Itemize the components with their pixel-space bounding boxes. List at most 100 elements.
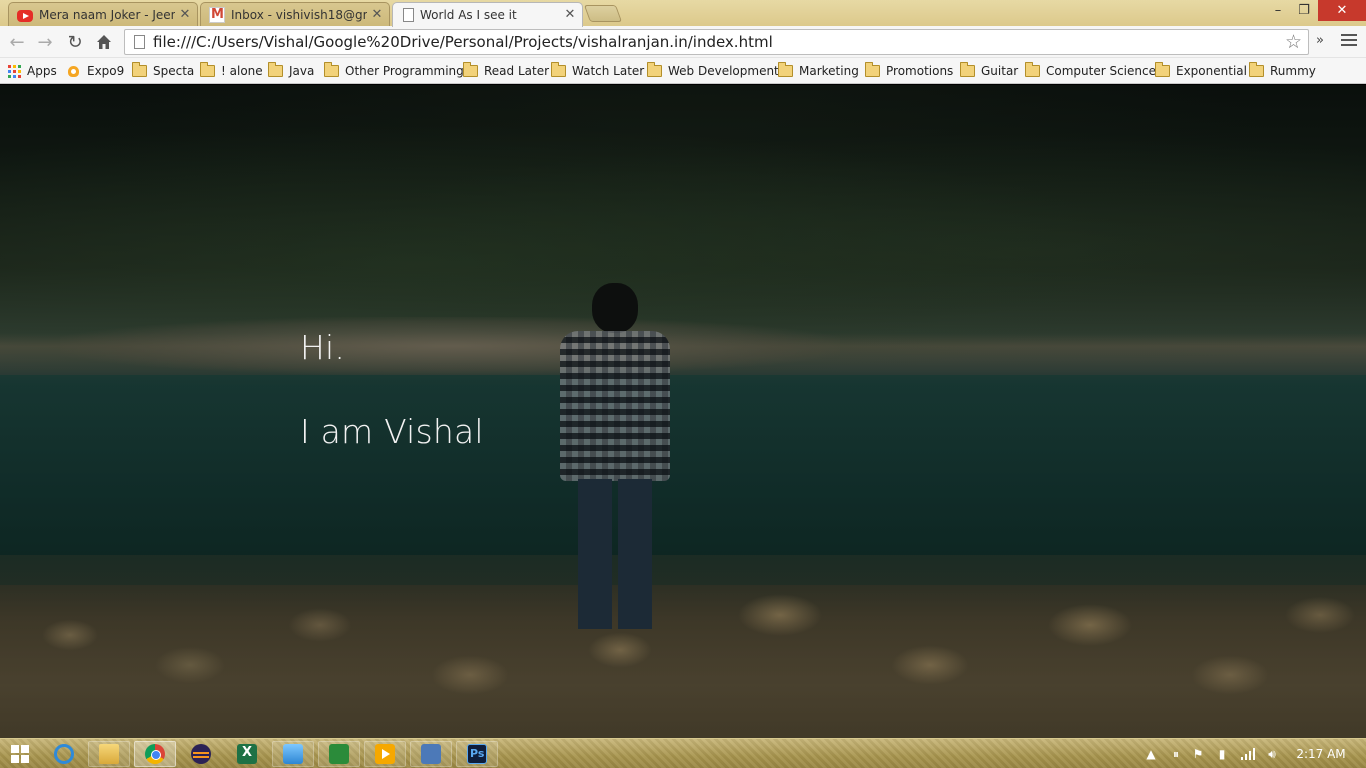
start-button[interactable]: [0, 741, 40, 767]
chrome-menu-icon[interactable]: [1341, 34, 1357, 48]
bookmark-folder-watch-later[interactable]: Watch Later: [551, 62, 644, 80]
tab-label: World As I see it: [420, 8, 517, 22]
new-tab-button[interactable]: [583, 5, 623, 22]
bookmark-folder-exponential[interactable]: Exponential: [1155, 62, 1247, 80]
bookmark-folder-computer-science[interactable]: Computer Science: [1025, 62, 1156, 80]
taskbar-excel[interactable]: [226, 741, 268, 767]
bookmark-folder-promotions[interactable]: Promotions: [865, 62, 953, 80]
intro-heading: I am Vishal: [300, 412, 484, 451]
media-player-icon: [375, 744, 395, 764]
forward-button[interactable]: →: [33, 30, 57, 54]
folder-icon: [463, 62, 478, 77]
taskbar-eclipse[interactable]: [180, 741, 222, 767]
maximize-button[interactable]: ❐: [1291, 0, 1317, 21]
bookmark-star-icon[interactable]: ☆: [1285, 30, 1302, 54]
tab-label: Inbox - vishivish18@gmail: [231, 7, 367, 22]
folder-icon: [268, 62, 283, 77]
network-signal-icon[interactable]: [1238, 739, 1258, 768]
taskbar-chrome[interactable]: [134, 741, 176, 767]
folder-icon: [132, 62, 147, 77]
page-icon: [134, 35, 145, 49]
folder-icon: [865, 62, 880, 77]
bookmark-expo9[interactable]: Expo9: [66, 62, 124, 80]
page-viewport: Hi. I am Vishal: [0, 85, 1366, 738]
home-button[interactable]: [92, 30, 116, 54]
close-tab-icon[interactable]: ✕: [179, 8, 191, 21]
folder-icon: [551, 62, 566, 77]
bookmark-folder-specta[interactable]: Specta: [132, 62, 194, 80]
bookmark-folder-web-development[interactable]: Web Development: [647, 62, 779, 80]
bookmark-apps[interactable]: Apps: [8, 62, 57, 80]
url-text[interactable]: file:///C:/Users/Vishal/Google%20Drive/P…: [153, 33, 773, 51]
taskbar-internet-explorer[interactable]: [43, 741, 85, 767]
bookmark-folder-guitar[interactable]: Guitar: [960, 62, 1018, 80]
folder-icon: [1025, 62, 1040, 77]
excel-icon: [237, 744, 257, 764]
taskbar-app[interactable]: [318, 741, 360, 767]
reload-icon: ↻: [67, 31, 83, 53]
tray-app-icon[interactable]: ⏸: [1168, 739, 1184, 768]
bookmarks-bar: Apps Expo9 Specta ! alone Java Other Pro…: [0, 58, 1366, 84]
folder-icon: [960, 62, 975, 77]
bookmark-label: Web Development: [668, 64, 779, 78]
background-sandbar: [60, 317, 840, 375]
back-button[interactable]: ←: [5, 30, 29, 54]
action-center-flag-icon[interactable]: ⚑: [1190, 739, 1206, 768]
close-tab-icon[interactable]: ✕: [371, 8, 383, 21]
photoshop-icon: [467, 744, 487, 764]
internet-explorer-icon: [54, 744, 74, 764]
bookmark-label: Expo9: [87, 64, 125, 78]
reload-button[interactable]: ↻: [63, 30, 87, 54]
taskbar-files[interactable]: [272, 741, 314, 767]
show-hidden-icons-button[interactable]: ▲: [1143, 739, 1159, 768]
bookmark-label: Exponential: [1176, 64, 1247, 78]
windows-start-icon: [10, 744, 30, 764]
power-icon[interactable]: ▮: [1214, 739, 1230, 768]
youtube-icon: [17, 9, 33, 22]
arrow-right-icon: →: [37, 31, 53, 53]
volume-icon[interactable]: 🔊︎: [1262, 739, 1282, 768]
address-bar[interactable]: file:///C:/Users/Vishal/Google%20Drive/P…: [124, 29, 1309, 55]
close-tab-icon[interactable]: ✕: [564, 8, 576, 21]
person-silhouette: [540, 283, 690, 633]
taskbar-remote-desktop[interactable]: [410, 741, 452, 767]
arrow-left-icon: ←: [9, 31, 25, 53]
tab-label: Mera naam Joker - Jeena y: [39, 7, 175, 22]
tab-world-as-i-see-it[interactable]: World As I see it ✕: [392, 2, 583, 27]
system-clock[interactable]: 2:17 AM: [1290, 739, 1352, 768]
folder-icon: [1155, 62, 1170, 77]
bookmark-folder-read-later[interactable]: Read Later: [463, 62, 549, 80]
bookmark-folder-marketing[interactable]: Marketing: [778, 62, 859, 80]
close-window-button[interactable]: ✕: [1318, 0, 1366, 21]
bookmark-label: Apps: [27, 64, 57, 78]
taskbar-file-explorer[interactable]: [88, 741, 130, 767]
bookmark-folder-java[interactable]: Java: [268, 62, 314, 80]
bookmark-label: ! alone: [221, 64, 263, 78]
greeting-heading: Hi.: [300, 328, 346, 367]
bookmark-label: Rummy: [1270, 64, 1316, 78]
tab-gmail[interactable]: Inbox - vishivish18@gmail ✕: [200, 2, 390, 26]
tab-youtube[interactable]: Mera naam Joker - Jeena y ✕: [8, 2, 198, 26]
bookmark-folder-rummy[interactable]: Rummy: [1249, 62, 1316, 80]
file-explorer-icon: [99, 744, 119, 764]
bookmark-folder-other-programming[interactable]: Other Programming: [324, 62, 464, 80]
extensions-overflow-button[interactable]: »: [1316, 33, 1324, 48]
page-icon: [403, 8, 414, 22]
home-icon: [97, 35, 111, 49]
bookmark-label: Guitar: [981, 64, 1019, 78]
app-icon: [329, 744, 349, 764]
apps-grid-icon: [8, 64, 21, 78]
folder-icon: [778, 62, 793, 77]
minimize-button[interactable]: –: [1265, 0, 1291, 21]
bookmark-label: Read Later: [484, 64, 550, 78]
folder-icon: [324, 62, 339, 77]
taskbar-photoshop[interactable]: [456, 741, 498, 767]
bookmark-label: Promotions: [886, 64, 954, 78]
bookmark-folder-alone[interactable]: ! alone: [200, 62, 263, 80]
folder-icon: [647, 62, 662, 77]
bookmark-label: Marketing: [799, 64, 859, 78]
gmail-icon: [209, 6, 225, 23]
folder-icon: [200, 62, 215, 77]
windows-taskbar: ▲ ⏸ ⚑ ▮ 🔊︎ 2:17 AM: [0, 738, 1366, 768]
taskbar-media-player[interactable]: [364, 741, 406, 767]
